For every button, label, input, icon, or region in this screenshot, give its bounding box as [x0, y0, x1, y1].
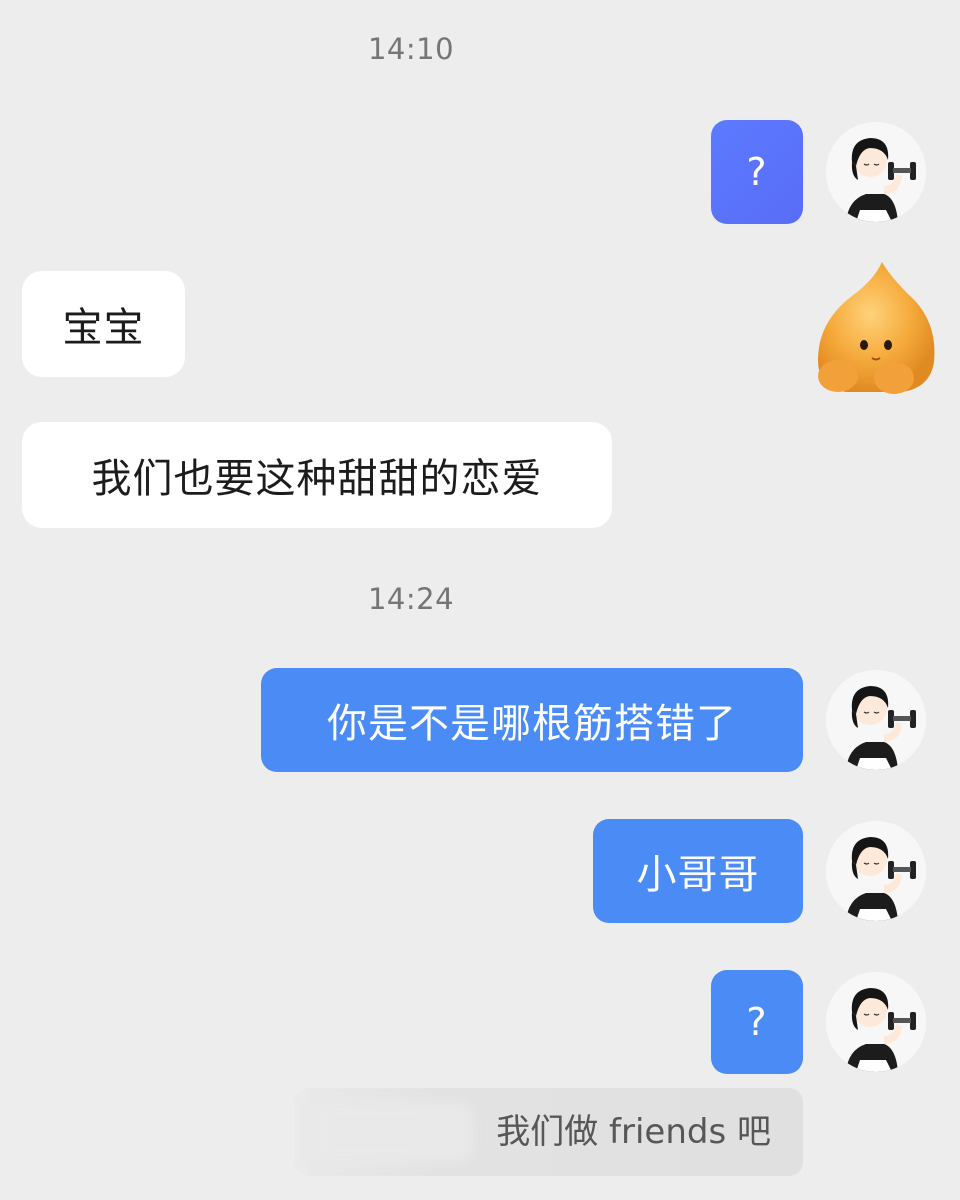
chat-conversation: 14:10 ? 宝宝 我们也要这种甜甜的恋爱 14:24 你是不是哪根筋搭错了 …	[0, 0, 960, 1200]
timestamp: 14:24	[367, 582, 455, 616]
incoming-message-bubble[interactable]: 宝宝	[22, 271, 185, 377]
orange-blob-avatar-icon	[818, 262, 935, 394]
message-text: 小哥哥	[636, 852, 760, 898]
girl-with-dumbbell-avatar-icon	[826, 972, 926, 1072]
outgoing-message-bubble[interactable]: ?	[711, 970, 803, 1074]
message-text: 宝宝	[62, 305, 145, 351]
girl-with-dumbbell-avatar-icon	[826, 122, 926, 222]
self-avatar[interactable]	[826, 122, 926, 222]
girl-with-dumbbell-avatar-icon	[826, 670, 926, 770]
message-text: 我们也要这种甜甜的恋爱	[91, 456, 543, 502]
message-text: ?	[746, 150, 768, 194]
outgoing-message-bubble[interactable]: ?	[711, 120, 803, 224]
blurred-quote-source	[313, 1102, 473, 1162]
message-text: 你是不是哪根筋搭错了	[327, 701, 737, 747]
girl-with-dumbbell-avatar-icon	[826, 821, 926, 921]
timestamp: 14:10	[367, 32, 455, 66]
self-avatar[interactable]	[826, 670, 926, 770]
self-avatar[interactable]	[826, 972, 926, 1072]
outgoing-message-bubble[interactable]: 小哥哥	[593, 819, 803, 923]
message-text: ?	[746, 1000, 768, 1044]
self-avatar[interactable]	[826, 821, 926, 921]
quoted-message-text: 我们做 friends 吧	[496, 1112, 771, 1152]
incoming-message-bubble[interactable]: 我们也要这种甜甜的恋爱	[22, 422, 612, 528]
outgoing-message-bubble[interactable]: 你是不是哪根筋搭错了	[261, 668, 803, 772]
quoted-message[interactable]: 我们做 friends 吧	[295, 1088, 803, 1176]
contact-avatar[interactable]	[812, 258, 942, 398]
